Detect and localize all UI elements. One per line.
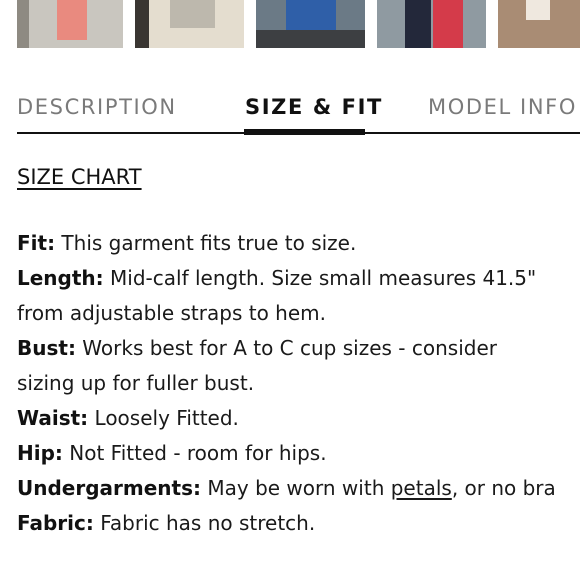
length-row-cont: from adjustable straps to hem. [17,296,580,331]
undergarments-text: May be worn with [201,476,391,500]
hip-label: Hip: [17,441,63,465]
fit-row: Fit: This garment fits true to size. [17,226,580,261]
tab-description[interactable]: DESCRIPTION [17,95,177,119]
length-row: Length: Mid-calf length. Size small meas… [17,261,580,296]
length-label: Length: [17,266,104,290]
waist-text: Loosely Fitted. [88,406,239,430]
undergarments-row: Undergarments: May be worn with petals, … [17,471,580,506]
tab-model-info[interactable]: MODEL INFO [428,95,577,119]
thumbnail-3[interactable] [256,0,365,48]
length-text: Mid-calf length. Size small measures 41.… [103,266,537,290]
thumbnail-5[interactable] [498,0,580,48]
undergarments-text-end: , or no bra [451,476,556,500]
bust-label: Bust: [17,336,76,360]
hip-text: Not Fitted - room for hips. [62,441,327,465]
size-fit-details: Fit: This garment fits true to size. Len… [17,226,580,541]
thumbnail-strip [0,0,580,50]
fabric-text: Fabric has no stretch. [93,511,316,535]
waist-row: Waist: Loosely Fitted. [17,401,580,436]
hip-row: Hip: Not Fitted - room for hips. [17,436,580,471]
undergarments-label: Undergarments: [17,476,202,500]
waist-label: Waist: [17,406,89,430]
thumbnail-2[interactable] [135,0,244,48]
size-chart-link[interactable]: SIZE CHART [17,165,142,189]
bust-row: Bust: Works best for A to C cup sizes - … [17,331,580,366]
fabric-label: Fabric: [17,511,94,535]
bust-text: Works best for A to C cup sizes - consid… [75,336,497,360]
product-tabs: DESCRIPTION SIZE & FIT MODEL INFO [0,90,580,136]
thumbnail-1[interactable] [17,0,123,48]
petals-link[interactable]: petals [391,476,452,500]
active-tab-indicator [244,129,365,135]
bust-text-cont: sizing up for fuller bust. [17,371,255,395]
tab-size-fit[interactable]: SIZE & FIT [245,95,383,119]
fabric-row: Fabric: Fabric has no stretch. [17,506,580,541]
thumbnail-4[interactable] [377,0,486,48]
fit-text: This garment fits true to size. [55,231,357,255]
bust-row-cont: sizing up for fuller bust. [17,366,580,401]
length-text-cont: from adjustable straps to hem. [17,301,326,325]
fit-label: Fit: [17,231,56,255]
